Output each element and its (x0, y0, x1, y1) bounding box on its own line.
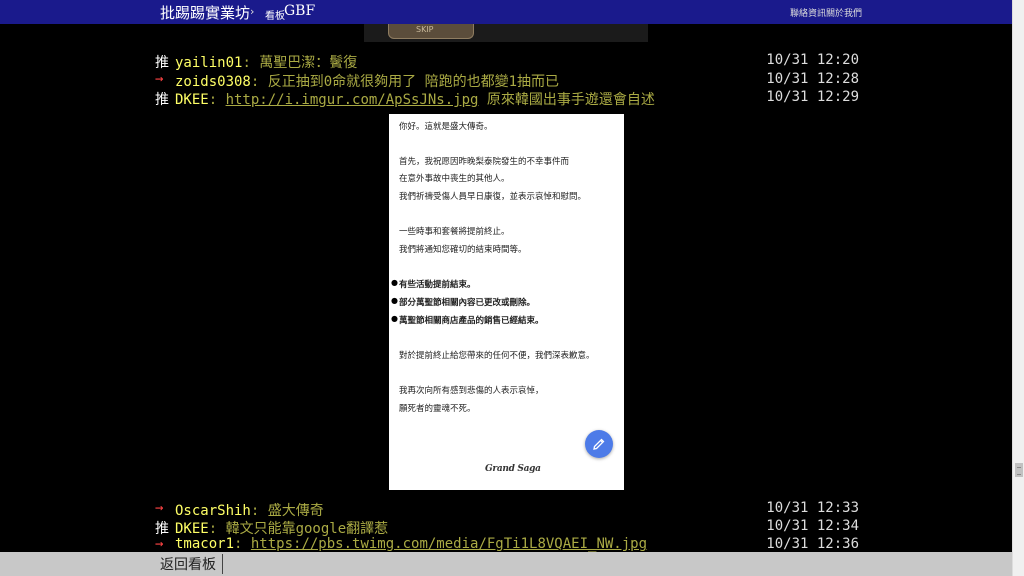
push-userid: DKEE (175, 92, 209, 108)
contact-link[interactable]: 聯絡資訊 (790, 6, 826, 19)
vertical-scrollbar[interactable] (1012, 0, 1024, 576)
push-userid: yailin01 (175, 55, 243, 71)
back-to-board-link[interactable]: 返回看板 (160, 554, 216, 574)
edit-fab-button (585, 430, 613, 458)
push-link[interactable]: http://i.imgur.com/ApSsJNs.jpg (226, 92, 479, 108)
push-link[interactable]: https://pbs.twimg.com/media/FgTi1L8VQAEI… (251, 536, 647, 552)
announce-line: 願死者的靈魂不死。 (399, 404, 476, 414)
push-tag: 推 (155, 92, 169, 108)
pencil-icon (593, 438, 605, 450)
announce-line: 首先，我祝愿因昨晚梨泰院發生的不幸事件而 (399, 157, 570, 167)
push-content: : 盛大傳奇 (250, 503, 324, 519)
push-userid: tmacor1 (175, 536, 235, 552)
push-userid: zoids0308 (175, 74, 251, 90)
push-time: 10/31 12:28 (766, 71, 859, 87)
bullet-icon: ● (391, 296, 398, 305)
top-bar: 批踢踢實業坊 › 看板 GBF 聯絡資訊 關於我們 (0, 0, 1012, 24)
push-time: 10/31 12:29 (766, 89, 859, 105)
embedded-announcement-image: 你好。這就是盛大傳奇。 首先，我祝愿因昨晚梨泰院發生的不幸事件而 在意外事故中喪… (389, 114, 624, 490)
push-tag: 推 (155, 521, 169, 537)
push-time: 10/31 12:20 (766, 52, 859, 68)
announce-line: 我再次向所有感到悲傷的人表示哀悼， (399, 386, 544, 396)
announce-bullet: 萬聖節相關商店產品的銷售已經結束。 (399, 316, 544, 326)
push-tag: → (155, 536, 164, 552)
announce-line: 一些時事和套餐將提前終止。 (399, 227, 510, 237)
push-content: 原來韓國出事手遊還會自述 (478, 92, 655, 108)
bullet-icon: ● (391, 278, 398, 287)
about-link[interactable]: 關於我們 (826, 6, 862, 19)
bottom-bar: 返回看板 (0, 552, 1012, 576)
push-tag: → (155, 500, 164, 516)
divider (222, 554, 223, 574)
announce-greeting: 你好。這就是盛大傳奇。 (399, 122, 493, 132)
announce-line: 在意外事故中喪生的其他人。 (399, 174, 510, 184)
push-row: → zoids0308: 反正抽到0命就很夠用了 陪跑的也都變1抽而已 10/3… (155, 71, 861, 91)
embedded-image-partial: SKIP (364, 24, 648, 42)
push-userid: OscarShih (175, 503, 251, 519)
bullet-icon: ● (391, 314, 398, 323)
push-tag: 推 (155, 55, 169, 71)
scrollbar-thumb[interactable] (1015, 463, 1023, 477)
announce-line: 對於提前終止給您帶來的任何不便，我們深表歉意。 (399, 351, 595, 361)
push-content: : 韓文只能靠google翻譯惹 (208, 521, 389, 537)
announce-line: 我們祈禱受傷人員早日康復，並表示哀悼和慰問。 (399, 192, 587, 202)
site-home-link[interactable]: 批踢踢實業坊 (160, 2, 250, 23)
board-label: 看板 (265, 11, 285, 22)
push-time: 10/31 12:33 (766, 500, 859, 516)
push-content: : 萬聖巴潔：鬢復 (242, 55, 358, 71)
announce-line: 我們將通知您確切的結束時間等。 (399, 245, 527, 255)
push-separator: : (234, 536, 251, 552)
push-separator: : (208, 92, 226, 108)
grand-saga-logo: Grand Saga (485, 464, 541, 474)
breadcrumb-separator: › (250, 5, 255, 18)
push-time: 10/31 12:36 (766, 536, 859, 552)
push-tag: → (155, 71, 164, 87)
push-row: 推 yailin01: 萬聖巴潔：鬢復 10/31 12:20 (155, 52, 861, 72)
push-userid: DKEE (175, 521, 209, 537)
skip-text: SKIP (416, 25, 434, 34)
push-row: → OscarShih: 盛大傳奇 10/31 12:33 (155, 500, 861, 520)
push-time: 10/31 12:34 (766, 518, 859, 534)
board-name-link[interactable]: GBF (284, 3, 315, 19)
push-row: 推 DKEE: 韓文只能靠google翻譯惹 10/31 12:34 (155, 518, 861, 538)
announce-bullet: 有些活動提前結束。 (399, 280, 476, 290)
announce-bullet: 部分萬聖節相關內容已更改或刪除。 (399, 298, 536, 308)
push-content: : 反正抽到0命就很夠用了 陪跑的也都變1抽而已 (250, 74, 560, 90)
push-row: 推 DKEE: http://i.imgur.com/ApSsJNs.jpg 原… (155, 89, 861, 109)
